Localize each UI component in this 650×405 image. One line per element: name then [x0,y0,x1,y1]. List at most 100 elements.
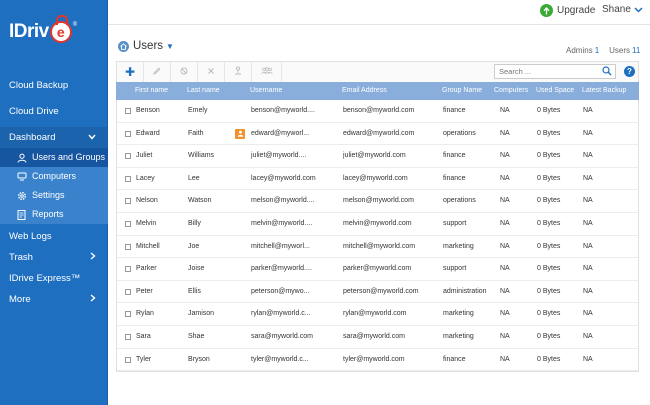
upgrade-button[interactable]: Upgrade [540,4,595,17]
column-header-computers[interactable]: Computers [494,82,528,100]
table-row[interactable]: Tyler Bryson tyler@myworld.c... tyler@mywor… [117,349,638,371]
upgrade-label: Upgrade [557,5,596,16]
row-checkbox[interactable] [125,108,131,114]
edit-button[interactable] [144,62,171,82]
cell-email: juliet@myworld.com [343,152,406,160]
table-row[interactable]: Nelson Watson melson@myworld.... melson@myw… [117,190,638,213]
chevron-down-icon [88,127,96,148]
disable-button[interactable] [171,62,198,82]
search-input[interactable] [495,65,599,78]
cell-last-name: Ellis [188,287,201,295]
help-icon[interactable]: ? [624,66,635,77]
cell-username: rylan@myworld.c... [251,310,311,318]
assign-button[interactable] [225,62,252,82]
table-row[interactable]: Mitchell Joe mitchell@myworl... mitchell@my… [117,236,638,259]
group-button[interactable] [252,62,282,82]
row-checkbox[interactable] [125,288,131,295]
cell-latest-backup: NA [583,287,593,295]
table-row[interactable]: Benson Emely benson@myworld.... benson@mywo… [117,100,638,123]
cell-email: melson@myworld.com [343,197,414,205]
row-checkbox[interactable] [125,198,131,205]
table-row[interactable]: Peter Ellis peterson@mywo... peterson@mywor… [117,281,638,304]
cell-computers: NA [500,152,510,160]
cell-last-name: Shae [188,333,205,340]
cell-email: melvin@myworld.com [343,220,412,227]
cell-username: mitchell@myworl... [251,242,310,250]
row-checkbox[interactable] [125,311,131,318]
table-row[interactable]: Melvin Billy melvin@myworld.... melvin@mywo… [117,213,638,236]
sidebar-item-cloud-backup[interactable]: Cloud Backup [0,75,108,96]
search-box [494,64,616,79]
column-header-group-name[interactable]: Group Name [442,82,482,100]
cell-latest-backup: NA [583,129,593,137]
row-checkbox[interactable] [125,266,131,273]
group-icon [260,66,273,78]
cell-computers: NA [500,174,510,182]
cell-group-name: marketing [443,333,474,340]
sidebar-item-users-and-groups[interactable]: Users and Groups [0,148,108,167]
cell-used-space: 0 Bytes [537,333,561,340]
dashboard-submenu: Users and Groups Computers Settings Repo… [0,148,108,224]
cell-computers: NA [500,197,510,205]
caret-down-icon[interactable]: ▼ [166,42,174,51]
user-name: Shane [602,4,631,15]
user-icon [16,153,27,163]
cell-email: parker@myworld.com [343,265,412,273]
cell-group-name: finance [443,355,466,363]
row-checkbox[interactable] [125,243,131,250]
page-title[interactable]: Users [133,40,163,52]
column-header-email[interactable]: Email Address [342,82,387,100]
idrive-logo[interactable]: IDriv e ® [9,15,77,50]
gear-icon [16,191,27,201]
row-checkbox[interactable] [125,334,131,340]
cell-first-name: Parker [136,265,157,273]
sidebar-item-idrive-express[interactable]: IDrive Express™ [0,268,108,289]
add-user-button[interactable]: ✚ [117,62,144,82]
sidebar-item-cloud-drive[interactable]: Cloud Drive [0,101,108,122]
sidebar-item-dashboard[interactable]: Dashboard [0,127,108,148]
table-row[interactable]: Edward Faith edward@myworl... edward@myworl… [117,123,638,146]
column-header-first-name[interactable]: First name [135,82,168,100]
cell-computers: NA [500,129,510,137]
cell-first-name: Peter [136,287,153,295]
sidebar-item-trash[interactable]: Trash [0,247,108,268]
row-checkbox[interactable] [125,356,131,363]
row-checkbox[interactable] [125,175,131,182]
home-icon[interactable] [118,40,129,52]
sidebar-item-web-logs[interactable]: Web Logs [0,226,108,247]
sidebar-item-more[interactable]: More [0,289,108,310]
user-menu[interactable]: Shane [602,4,643,15]
cell-used-space: 0 Bytes [537,355,561,363]
cell-username: melson@myworld.... [251,197,315,205]
add-icon: ✚ [124,65,136,79]
user-counts: Admins 1 Users 11 [566,46,640,55]
sidebar-item-label: More [9,294,31,305]
row-checkbox[interactable] [125,130,131,137]
table-row[interactable]: Lacey Lee lacey@myworld.com lacey@myworld.c… [117,168,638,191]
sidebar-item-label: Trash [9,252,33,263]
column-header-used-space[interactable]: Used Space [536,82,574,100]
delete-button[interactable] [198,62,225,82]
cell-computers: NA [500,310,510,318]
table-row[interactable]: Sara Shae sara@myworld.com sara@myworld.com… [117,326,638,349]
cell-last-name: Joe [188,242,200,250]
sidebar-item-reports[interactable]: Reports [0,205,108,224]
cell-latest-backup: NA [583,355,593,363]
table-row[interactable]: Juliet Williams juliet@myworld.... juliet@m… [117,145,638,168]
row-checkbox[interactable] [125,221,131,227]
sidebar-item-settings[interactable]: Settings [0,186,108,205]
table-row[interactable]: Rylan Jamison rylan@myworld.c... rylan@mywo… [117,303,638,326]
cell-username: tyler@myworld.c... [251,355,309,363]
column-header-last-name[interactable]: Last name [187,82,220,100]
column-header-username[interactable]: Username [250,82,282,100]
cell-group-name: finance [443,107,466,114]
admins-count: 1 [594,46,600,55]
column-header-latest-backup[interactable]: Latest Backup [582,82,626,100]
delete-icon [207,67,215,78]
table-row[interactable]: Parker Joise parker@myworld.... parker@mywo… [117,258,638,281]
search-icon[interactable] [602,66,612,79]
sidebar-item-computers[interactable]: Computers [0,167,108,186]
cell-last-name: Jamison [188,310,215,318]
cell-group-name: support [443,265,467,273]
row-checkbox[interactable] [125,153,131,160]
